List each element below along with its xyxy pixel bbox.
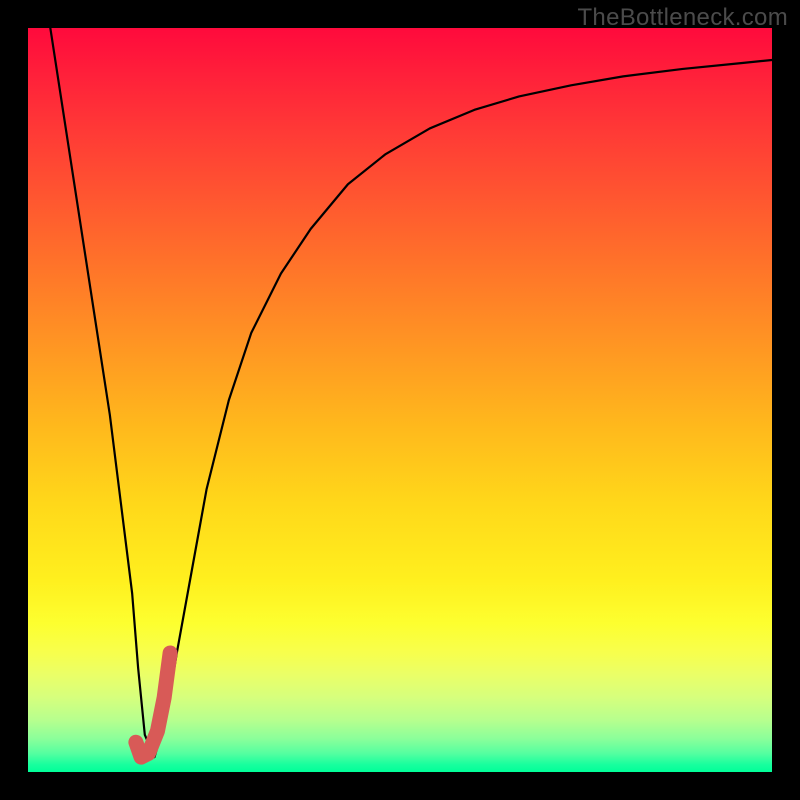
chart-frame: TheBottleneck.com [0, 0, 800, 800]
plot-area [28, 28, 772, 772]
bottleneck-curve [50, 28, 772, 757]
curve-layer [28, 28, 772, 772]
watermark-text: TheBottleneck.com [577, 4, 788, 32]
